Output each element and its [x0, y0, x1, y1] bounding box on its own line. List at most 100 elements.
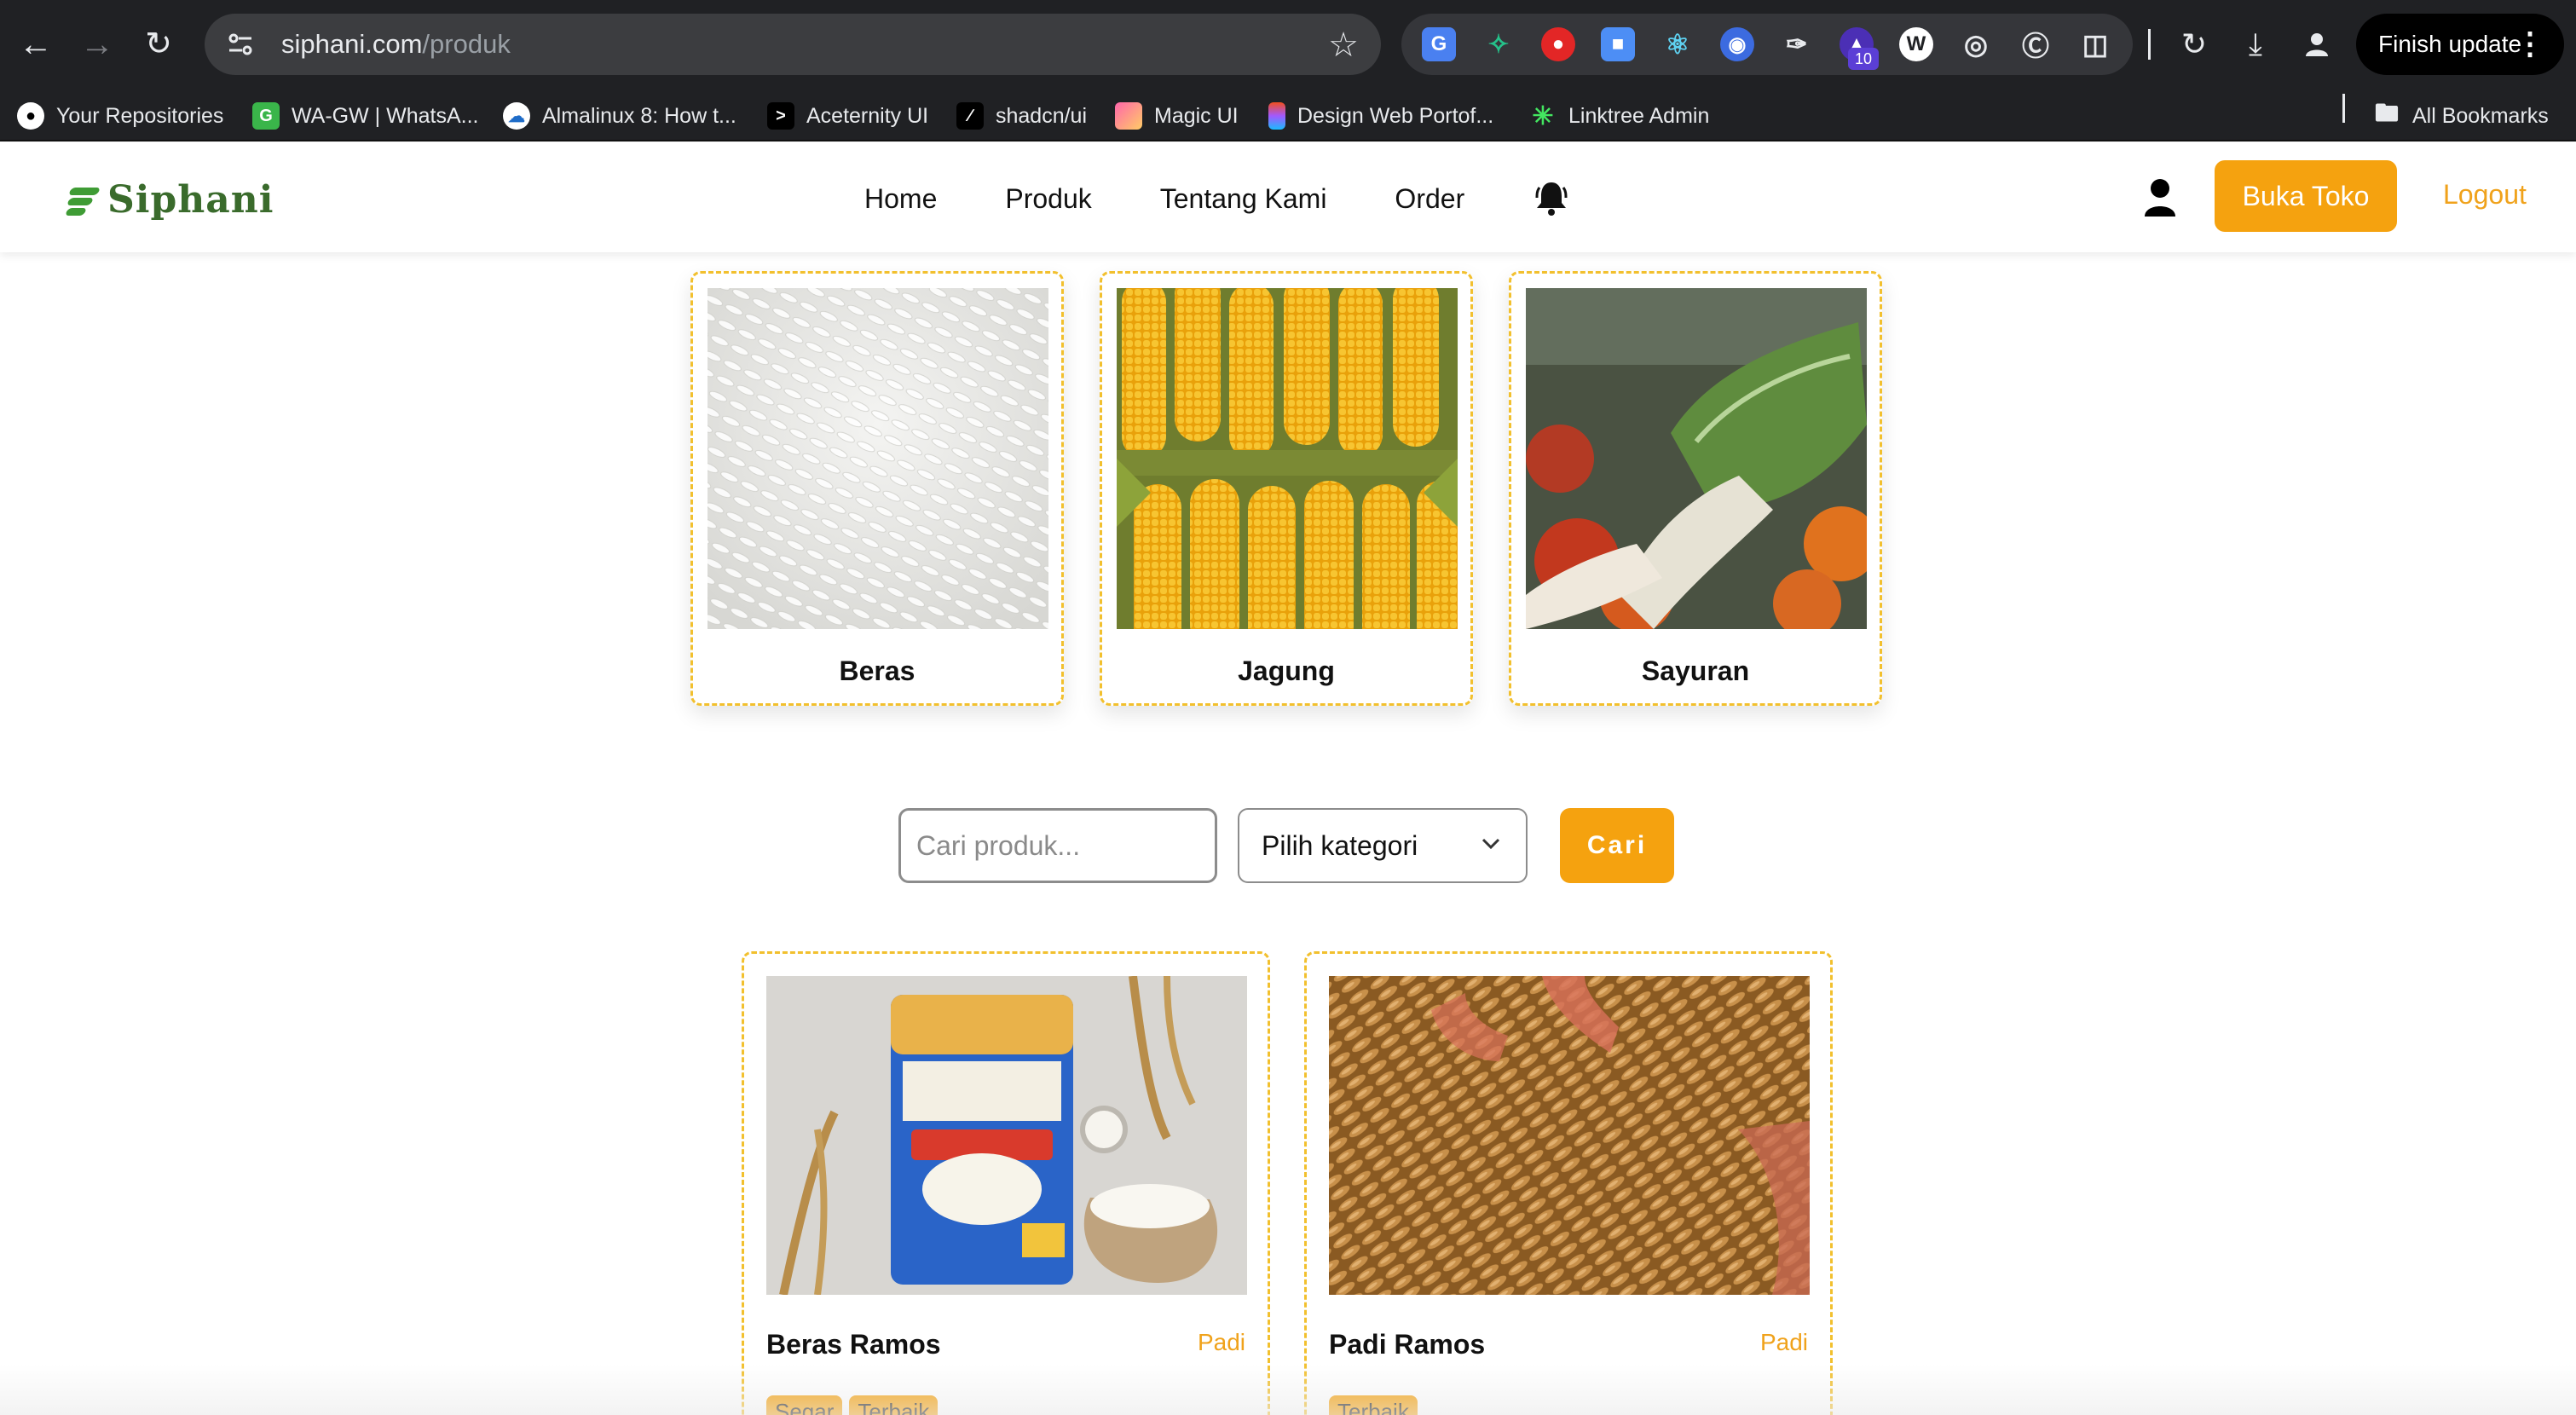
- product-tag: Terbaik: [1329, 1395, 1418, 1415]
- site-logo[interactable]: Siphani: [64, 177, 274, 222]
- bookmark-label: Design Web Portof...: [1297, 103, 1494, 128]
- extension-badge: 10: [1848, 48, 1879, 70]
- almalinux-icon: ☁: [503, 102, 530, 130]
- react-devtools-icon[interactable]: ⚛: [1661, 27, 1695, 61]
- performance-icon[interactable]: ↻: [2174, 24, 2215, 65]
- category-select[interactable]: Pilih kategori: [1238, 808, 1528, 883]
- toolbar-divider: [2148, 29, 2151, 60]
- url-text: siphani.com/produk: [281, 29, 511, 60]
- all-bookmarks-label: All Bookmarks: [2412, 103, 2549, 128]
- site-header: Siphani Home Produk Tentang Kami Order B…: [0, 143, 2576, 252]
- bookmark-star-icon[interactable]: ☆: [1328, 26, 1359, 65]
- all-bookmarks[interactable]: 🖿 All Bookmarks: [2373, 99, 2549, 133]
- product-card-padi-ramos[interactable]: Padi Ramos Padi Terbaik: [1304, 951, 1833, 1415]
- product-name: Padi Ramos: [1329, 1329, 1486, 1360]
- folder-icon: 🖿: [2374, 100, 2399, 126]
- dino-extension-icon[interactable]: ✧: [1481, 27, 1516, 61]
- profile-icon[interactable]: [2296, 24, 2337, 65]
- category-card-sayuran[interactable]: Sayuran: [1509, 271, 1882, 706]
- finish-update-label: Finish update: [2378, 31, 2522, 57]
- wa-gw-icon: G: [252, 102, 280, 130]
- bookmark-7[interactable]: ✳ Linktree Admin: [1529, 99, 1709, 133]
- docs-extension-icon[interactable]: ■: [1601, 27, 1635, 61]
- nav-order[interactable]: Order: [1395, 183, 1464, 215]
- user-account-icon[interactable]: [2141, 177, 2179, 218]
- github-icon: ●: [17, 102, 44, 130]
- bookmark-label: Linktree Admin: [1568, 103, 1710, 128]
- bookmark-label: Magic UI: [1154, 103, 1239, 128]
- bookmarks-bar: ● Your Repositories G WA-GW | WhatsA... …: [0, 89, 2576, 142]
- bookmark-label: Aceternity UI: [806, 103, 929, 128]
- product-category: Padi: [1759, 1329, 1808, 1355]
- search-button[interactable]: Cari: [1560, 808, 1674, 883]
- scroll-fade: [0, 1364, 2576, 1415]
- site-settings-icon[interactable]: [223, 27, 257, 61]
- search-input[interactable]: [898, 808, 1217, 883]
- category-title: Beras: [839, 656, 915, 686]
- product-card-beras-ramos[interactable]: Beras Ramos Padi Segar Terbaik: [742, 951, 1270, 1415]
- globe-extension-icon[interactable]: ◉: [1720, 27, 1754, 61]
- color-picker-icon[interactable]: ✑: [1780, 27, 1814, 61]
- extensions-area: G ✧ ● ■ ⚛ ◉ ✑ ▲ W ◎ Ⓒ ◫: [1401, 14, 2133, 75]
- bookmark-1[interactable]: G WA-GW | WhatsA...: [252, 99, 478, 133]
- bookmark-label: WA-GW | WhatsA...: [292, 103, 479, 128]
- vegetables-image: [1526, 288, 1867, 629]
- bookmarks-divider: [2342, 94, 2345, 123]
- corn-image: [1117, 288, 1458, 629]
- nav-tentang-kami[interactable]: Tentang Kami: [1160, 183, 1327, 215]
- product-tag: Terbaik: [849, 1395, 939, 1415]
- url-domain: siphani.com: [281, 29, 423, 59]
- product-image: [766, 976, 1247, 1295]
- google-translate-icon[interactable]: G: [1422, 27, 1456, 61]
- c-extension-icon[interactable]: Ⓒ: [2019, 27, 2053, 61]
- product-name: Beras Ramos: [766, 1329, 941, 1360]
- category-select-value: Pilih kategori: [1262, 829, 1418, 861]
- magicui-icon: [1115, 102, 1142, 130]
- product-tags: Terbaik: [1329, 1395, 1424, 1415]
- product-tags: Segar Terbaik: [766, 1395, 944, 1415]
- browser-toolbar: ← → ↻ siphani.com/produk ☆ G ✧ ● ■ ⚛ ◉ ✑…: [0, 0, 2576, 89]
- bell-icon[interactable]: [1534, 179, 1568, 217]
- logo-text: Siphani: [107, 177, 274, 222]
- bookmark-5[interactable]: Magic UI: [1115, 99, 1239, 133]
- buka-toko-button[interactable]: Buka Toko: [2215, 160, 2397, 232]
- figma-icon: [1268, 102, 1285, 130]
- reload-icon[interactable]: ↻: [133, 19, 184, 70]
- bookmark-6[interactable]: Design Web Portof...: [1268, 99, 1493, 133]
- bookmark-4[interactable]: ∕ shadcn/ui: [956, 99, 1087, 133]
- target-extension-icon[interactable]: ◎: [1959, 27, 1993, 61]
- wappalyzer-icon[interactable]: W: [1899, 27, 1933, 61]
- download-icon[interactable]: ⤓: [2235, 24, 2276, 65]
- product-category: Padi: [1197, 1329, 1245, 1355]
- category-card-jagung[interactable]: Jagung: [1100, 271, 1473, 706]
- bookmark-label: Your Repositories: [56, 103, 224, 128]
- nav-home[interactable]: Home: [864, 183, 937, 215]
- extensions-puzzle-icon[interactable]: ◫: [2078, 27, 2112, 61]
- product-image: [1329, 976, 1810, 1295]
- shield-extension-icon[interactable]: ●: [1541, 27, 1575, 61]
- back-arrow-icon[interactable]: ←: [10, 19, 61, 70]
- bookmark-2[interactable]: ☁ Almalinux 8: How t...: [503, 99, 736, 133]
- rice-image: [708, 288, 1048, 629]
- url-path: /produk: [422, 29, 511, 59]
- bookmark-3[interactable]: > Aceternity UI: [767, 99, 928, 133]
- shadcn-icon: ∕: [956, 102, 984, 130]
- finish-update-button[interactable]: Finish update ⋮: [2356, 14, 2564, 75]
- forward-arrow-icon[interactable]: →: [72, 19, 123, 70]
- linktree-icon: ✳: [1532, 101, 1554, 130]
- bookmark-label: shadcn/ui: [996, 103, 1088, 128]
- category-title: Jagung: [1238, 656, 1335, 686]
- menu-dots-icon: ⋮: [2515, 26, 2545, 61]
- bookmark-0[interactable]: ● Your Repositories: [17, 99, 223, 133]
- leaf-logo-icon: [64, 182, 104, 217]
- bookmark-label: Almalinux 8: How t...: [542, 103, 736, 128]
- logout-link[interactable]: Logout: [2443, 179, 2527, 211]
- category-card-beras[interactable]: Beras: [690, 271, 1064, 706]
- aceternity-icon: >: [767, 102, 794, 130]
- product-tag: Segar: [766, 1395, 843, 1415]
- category-title: Sayuran: [1641, 656, 1750, 686]
- chevron-down-icon: [1481, 838, 1500, 850]
- main-nav: Home Produk Tentang Kami Order: [864, 177, 1533, 220]
- nav-produk[interactable]: Produk: [1005, 183, 1091, 215]
- address-bar[interactable]: siphani.com/produk ☆: [205, 14, 1381, 75]
